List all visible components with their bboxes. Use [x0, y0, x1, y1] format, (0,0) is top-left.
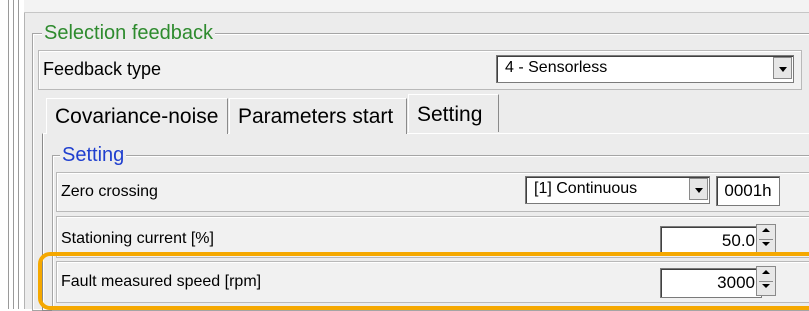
frame-line — [13, 0, 14, 309]
stationing-current-spinner[interactable] — [756, 224, 776, 254]
chevron-down-icon[interactable] — [689, 178, 708, 200]
feedback-type-select[interactable]: 4 - Sensorless — [496, 55, 794, 83]
frame-line — [8, 0, 9, 309]
spin-up-icon[interactable] — [757, 225, 775, 239]
zero-crossing-select[interactable]: [1] Continuous — [525, 176, 710, 204]
frame-line — [18, 0, 19, 309]
zero-crossing-value: [1] Continuous — [534, 180, 638, 197]
feedback-type-value: 4 - Sensorless — [505, 59, 608, 76]
stationing-current-label: Stationing current [%] — [61, 230, 214, 247]
tab-setting[interactable]: Setting — [408, 94, 499, 132]
panel-top-strip — [24, 0, 809, 13]
setting-title: Setting — [60, 144, 127, 166]
spin-down-icon[interactable] — [757, 239, 775, 253]
highlight-annotation — [38, 252, 809, 310]
zero-crossing-label: Zero crossing — [61, 183, 158, 200]
selection-feedback-title: Selection feedback — [42, 22, 216, 44]
tab-strip: Covariance-noise Parameters start Settin… — [46, 94, 506, 134]
chevron-down-icon[interactable] — [773, 57, 792, 79]
feedback-type-label: Feedback type — [43, 59, 162, 79]
tab-parameters-start[interactable]: Parameters start — [229, 98, 407, 134]
zero-crossing-hex: 0001h — [716, 176, 780, 206]
tab-covariance-noise[interactable]: Covariance-noise — [46, 98, 228, 134]
